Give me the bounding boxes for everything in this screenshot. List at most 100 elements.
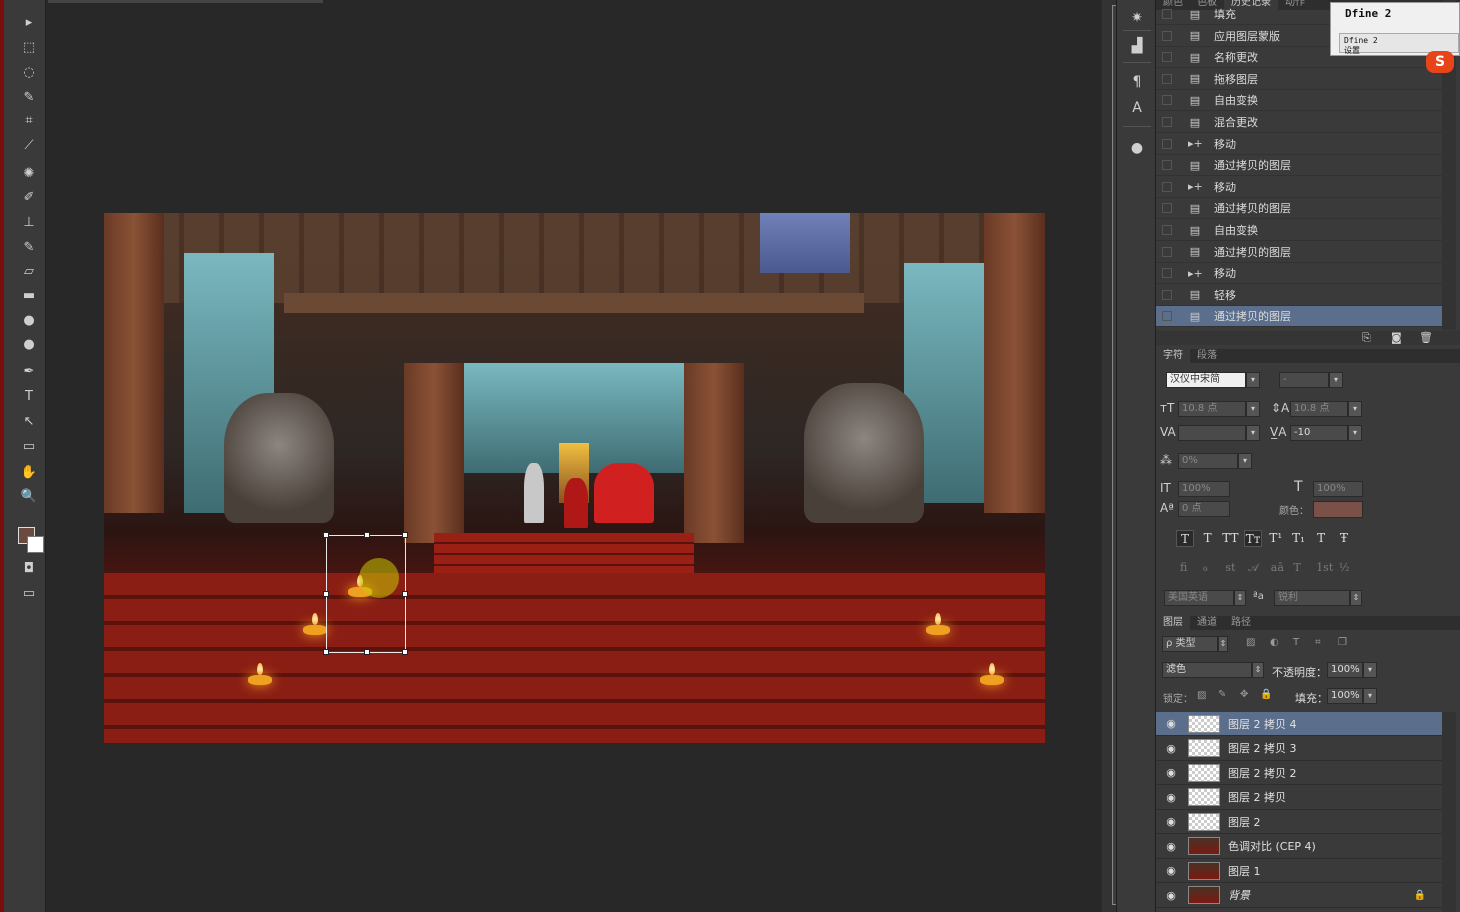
eyedropper-icon[interactable]: ⟋ (16, 135, 42, 155)
chevron-down-icon[interactable]: ▾ (1363, 688, 1377, 704)
faux-bold-button[interactable]: T (1176, 530, 1194, 547)
type-icon[interactable]: T (16, 386, 42, 406)
layer-name[interactable]: 图层 1 (1228, 863, 1261, 879)
leading-field[interactable]: 10.8 点 (1290, 401, 1348, 417)
history-item[interactable]: ▤ 通过拷贝的图层 (1156, 155, 1442, 177)
visibility-eye-icon[interactable]: ◉ (1161, 840, 1181, 853)
history-item[interactable]: ▤ 混合更改 (1156, 112, 1442, 133)
eraser-icon[interactable]: ▱ (16, 261, 42, 281)
brush-icon[interactable]: ✐ (16, 187, 42, 207)
transform-handle[interactable] (364, 532, 370, 538)
chevron-down-icon[interactable]: ▾ (1246, 425, 1260, 441)
text-color-swatch[interactable] (1313, 501, 1363, 518)
language-select[interactable]: 美国英语 (1164, 590, 1234, 606)
tab-paths[interactable]: 路径 (1224, 616, 1258, 630)
blur-icon[interactable]: ● (16, 310, 42, 330)
histogram-icon[interactable]: ▟ (1127, 36, 1147, 56)
tab-channels[interactable]: 通道 (1190, 616, 1224, 630)
history-item[interactable]: ▤ 通过拷贝的图层 (1156, 242, 1442, 263)
dfine-plugin-panel[interactable]: Dfine 2 Dfine 2 设置 (1330, 2, 1460, 56)
baseline-field[interactable]: 0 点 (1178, 501, 1230, 517)
transform-handle[interactable] (323, 591, 329, 597)
layer-name[interactable]: 图层 2 拷贝 4 (1228, 716, 1297, 732)
history-checkbox[interactable] (1162, 160, 1172, 171)
fractions-button[interactable]: ½ (1339, 561, 1350, 574)
visibility-eye-icon[interactable]: ◉ (1161, 766, 1181, 779)
visibility-eye-icon[interactable]: ◉ (1161, 791, 1181, 804)
transform-handle[interactable] (323, 649, 329, 655)
history-checkbox[interactable] (1162, 203, 1172, 214)
history-checkbox[interactable] (1162, 95, 1172, 106)
old-style-button[interactable]: ℴ (1203, 561, 1208, 574)
history-checkbox[interactable] (1162, 311, 1172, 322)
history-item[interactable]: ▤ 轻移 (1156, 285, 1442, 306)
visibility-eye-icon[interactable]: ◉ (1161, 864, 1181, 877)
quick-select-icon[interactable]: ✎ (16, 87, 42, 107)
history-checkbox[interactable] (1162, 73, 1172, 84)
chevron-down-icon[interactable]: ⇕ (1252, 662, 1264, 678)
document-canvas-area[interactable] (46, 0, 1102, 912)
chevron-down-icon[interactable]: ▾ (1238, 453, 1252, 469)
font-size-field[interactable]: 10.8 点 (1178, 401, 1246, 417)
transform-bounding-box[interactable] (323, 532, 408, 655)
chevron-down-icon[interactable]: ▾ (1348, 425, 1362, 441)
history-checkbox[interactable] (1162, 117, 1172, 127)
history-checkbox[interactable] (1162, 289, 1172, 300)
history-item[interactable]: ▤ 通过拷贝的图层 (1156, 306, 1442, 328)
stylistic-alt-button[interactable]: 𝒜 (1248, 561, 1258, 575)
zoom-icon[interactable]: 🔍 (16, 486, 42, 506)
lock-position-icon[interactable]: ✥ (1240, 689, 1248, 700)
filter-pixel-icon[interactable]: ▨ (1246, 637, 1255, 648)
opacity-field[interactable]: 100% (1327, 662, 1363, 678)
chevron-down-icon[interactable]: ⇕ (1350, 590, 1362, 606)
move-icon[interactable]: ▸ (16, 12, 42, 32)
history-item[interactable]: ▤ 通过拷贝的图层 (1156, 198, 1442, 220)
history-checkbox[interactable] (1162, 30, 1172, 41)
transform-handle[interactable] (402, 532, 408, 538)
kuler-icon[interactable]: ● (1127, 138, 1147, 158)
faux-italic-button[interactable]: T (1199, 530, 1217, 547)
layer-filter-select[interactable]: ρ 类型 (1162, 636, 1218, 652)
swash-button[interactable]: st (1225, 561, 1235, 574)
subscript-button[interactable]: T₁ (1290, 530, 1308, 547)
visibility-eye-icon[interactable]: ◉ (1161, 889, 1181, 902)
small-caps-button[interactable]: Tт (1244, 530, 1263, 547)
layer-row[interactable]: ◉ 色调对比 (CEP 4) (1156, 835, 1442, 859)
font-family-select[interactable]: 汉仪中宋简 (1166, 372, 1246, 388)
horizontal-scale-field[interactable]: 100% (1313, 481, 1363, 497)
chevron-down-icon[interactable]: ▾ (1348, 401, 1362, 417)
layer-row[interactable]: ◉ 图层 2 拷贝 3 (1156, 737, 1442, 761)
fill-field[interactable]: 100% (1327, 688, 1363, 704)
chevron-down-icon[interactable]: ▾ (1246, 372, 1260, 388)
layers-scrollbar[interactable] (1442, 712, 1456, 912)
chevron-down-icon[interactable]: ▾ (1329, 372, 1343, 388)
chevron-down-icon[interactable]: ▾ (1363, 662, 1377, 678)
history-brush-icon[interactable]: ✎ (16, 237, 42, 257)
layer-row[interactable]: ◉ 图层 2 拷贝 2 (1156, 761, 1442, 785)
navigator-icon[interactable]: ✷ (1127, 8, 1147, 28)
vertical-scale-field[interactable]: 100% (1178, 481, 1230, 497)
history-item[interactable]: ▤ 自由变换 (1156, 90, 1442, 112)
chevron-down-icon[interactable]: ⇕ (1234, 590, 1246, 606)
antialias-select[interactable]: 锐利 (1274, 590, 1350, 606)
layer-row[interactable]: ◉ 图层 1 (1156, 859, 1442, 883)
healing-icon[interactable]: ✺ (16, 163, 42, 183)
document-image[interactable] (104, 213, 1045, 743)
history-checkbox[interactable] (1162, 225, 1172, 235)
transform-handle[interactable] (323, 532, 329, 538)
layer-name[interactable]: 图层 2 拷贝 2 (1228, 765, 1297, 781)
filter-adjustment-icon[interactable]: ◐ (1270, 637, 1279, 648)
background-color-swatch[interactable] (27, 536, 44, 553)
layer-row[interactable]: ◉ 图层 2 (1156, 810, 1442, 834)
lock-pixels-icon[interactable]: ✎ (1218, 689, 1226, 700)
tab-character[interactable]: 字符 (1156, 349, 1190, 363)
history-item[interactable]: ▤ 自由变换 (1156, 220, 1442, 241)
tracking-field[interactable]: -10 (1290, 425, 1348, 441)
visibility-eye-icon[interactable]: ◉ (1161, 815, 1181, 828)
underline-button[interactable]: T (1312, 530, 1330, 547)
layer-row[interactable]: ◉ 图层 2 拷贝 4 (1156, 712, 1442, 736)
crop-icon[interactable]: ⌗ (16, 110, 42, 130)
kerning-field[interactable] (1178, 425, 1246, 441)
all-caps-button[interactable]: TT (1221, 530, 1239, 547)
new-document-icon[interactable]: ⎘ (1362, 331, 1371, 345)
